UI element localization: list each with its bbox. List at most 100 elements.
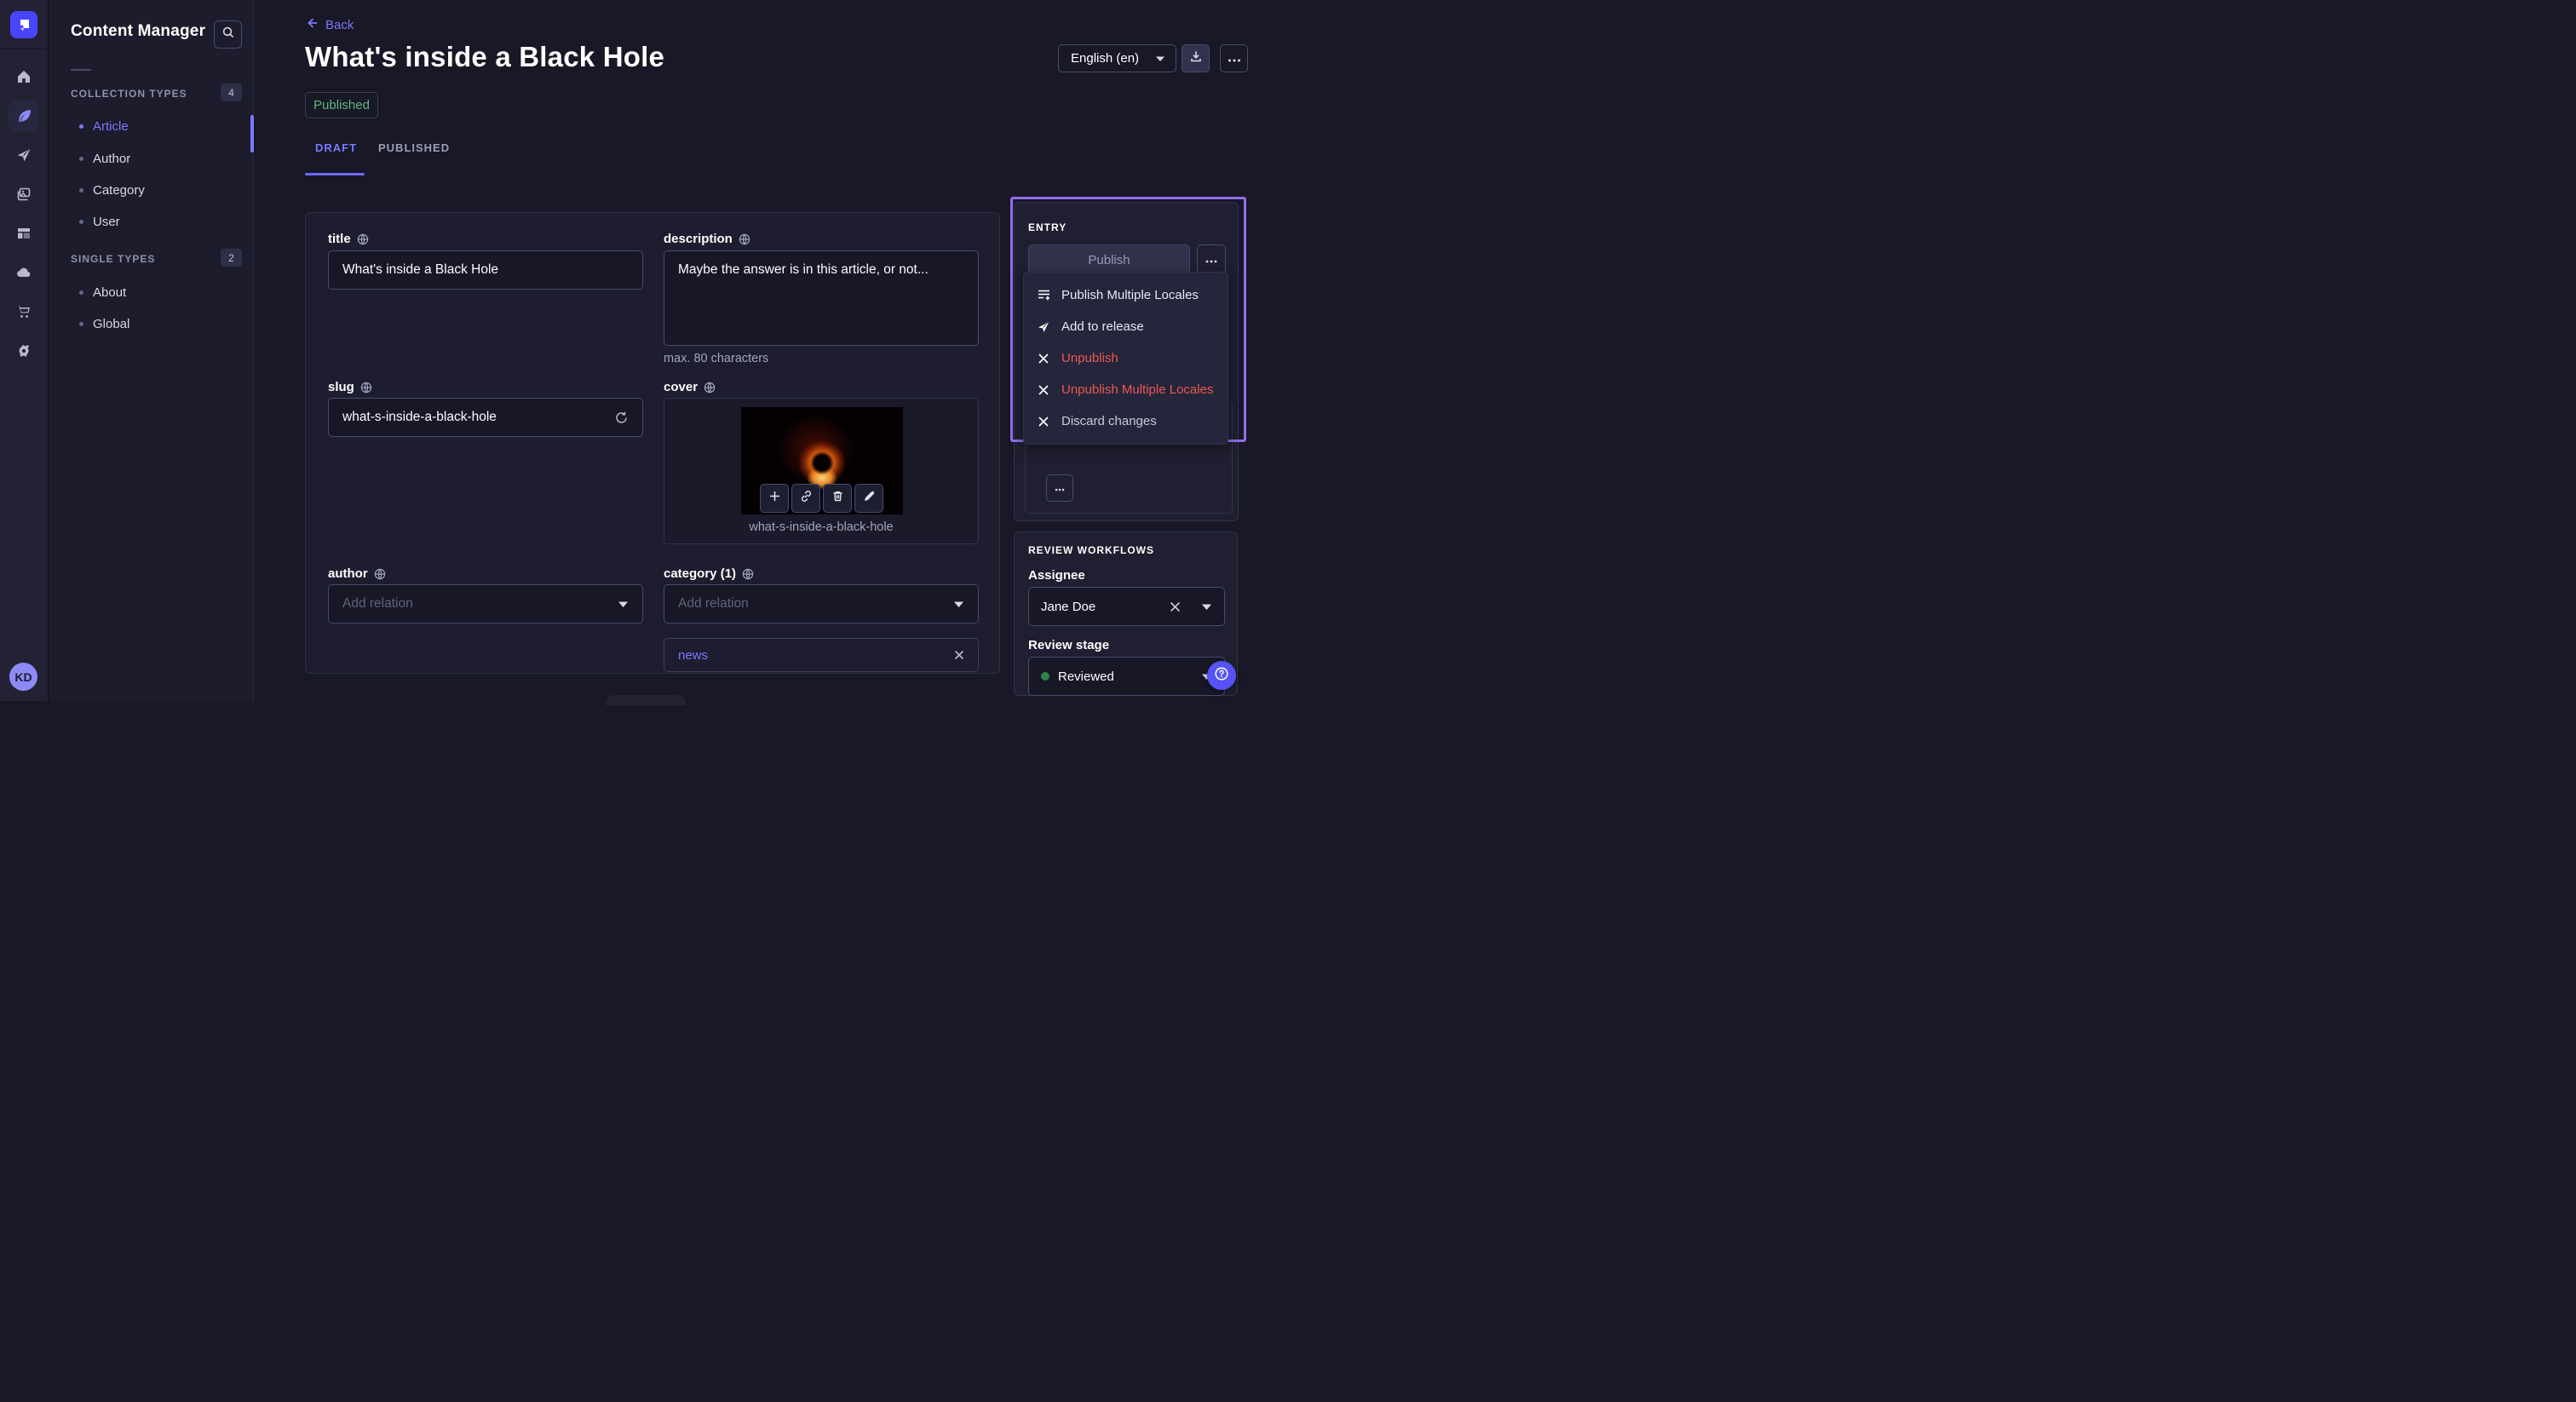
bullet-icon bbox=[79, 322, 83, 326]
export-button[interactable] bbox=[1182, 44, 1210, 72]
description-textarea[interactable]: Maybe the answer is in this article, or … bbox=[664, 250, 979, 346]
sidebar-item-about[interactable]: About bbox=[79, 282, 126, 302]
review-workflows-panel: REVIEW WORKFLOWS Assignee Jane Doe Revie… bbox=[1014, 531, 1238, 696]
cover-actions bbox=[760, 484, 883, 513]
author-relation-select[interactable]: Add relation bbox=[328, 584, 643, 623]
cloud-icon[interactable] bbox=[9, 257, 39, 288]
entry-actions-menu: Publish Multiple Locales Add to release … bbox=[1023, 272, 1228, 445]
collection-types-header: COLLECTION TYPES bbox=[71, 88, 187, 100]
media-library-icon[interactable] bbox=[9, 179, 39, 210]
arrow-left-icon bbox=[305, 16, 319, 33]
category-field-label: category (1) bbox=[664, 566, 754, 581]
remove-relation-icon[interactable] bbox=[954, 650, 964, 660]
collection-types-count-badge: 4 bbox=[221, 83, 242, 101]
paper-plane-icon bbox=[1036, 320, 1051, 334]
globe-icon bbox=[742, 568, 754, 580]
layout-icon[interactable] bbox=[9, 218, 39, 249]
page-title: What's inside a Black Hole bbox=[305, 41, 664, 73]
sidebar-item-global[interactable]: Global bbox=[79, 313, 129, 334]
locale-select[interactable]: English (en) bbox=[1058, 44, 1176, 72]
help-button[interactable] bbox=[1207, 661, 1236, 690]
question-mark-icon bbox=[1214, 666, 1229, 686]
chevron-down-icon bbox=[1155, 51, 1165, 66]
assignee-select[interactable]: Jane Doe bbox=[1028, 587, 1225, 626]
entry-panel-heading: ENTRY bbox=[1028, 221, 1067, 233]
content-manager-quill-icon[interactable] bbox=[9, 101, 39, 131]
list-plus-icon bbox=[1036, 288, 1051, 302]
tab-published[interactable]: PUBLISHED bbox=[378, 141, 450, 154]
author-field-label: author bbox=[328, 566, 386, 581]
status-badge: Published bbox=[305, 92, 378, 118]
pencil-icon bbox=[863, 490, 876, 507]
regenerate-slug-icon[interactable] bbox=[614, 411, 629, 425]
more-dots-icon bbox=[1228, 51, 1241, 66]
review-workflows-heading: REVIEW WORKFLOWS bbox=[1028, 544, 1154, 556]
publish-button[interactable]: Publish bbox=[1028, 244, 1190, 275]
single-types-count-badge: 2 bbox=[221, 249, 242, 267]
entry-more-button[interactable] bbox=[1197, 244, 1226, 275]
more-dots-icon bbox=[1055, 480, 1065, 496]
sidebar-item-author[interactable]: Author bbox=[79, 148, 130, 169]
single-types-header: SINGLE TYPES bbox=[71, 253, 155, 265]
link-icon bbox=[800, 490, 813, 507]
bullet-icon bbox=[79, 124, 83, 129]
edit-asset-button[interactable] bbox=[854, 484, 883, 513]
sidebar-title: Content Manager bbox=[71, 22, 205, 41]
globe-icon bbox=[704, 382, 716, 394]
cross-icon bbox=[1036, 353, 1051, 365]
stage-status-dot bbox=[1041, 672, 1049, 681]
description-field-label: description bbox=[664, 232, 750, 246]
menu-item-unpublish-multiple-locales[interactable]: Unpublish Multiple Locales bbox=[1024, 374, 1228, 405]
cross-icon bbox=[1036, 416, 1051, 428]
more-dots-icon bbox=[1205, 252, 1217, 267]
tab-draft[interactable]: DRAFT bbox=[315, 141, 357, 154]
sidebar-item-user[interactable]: User bbox=[79, 211, 120, 232]
bullet-icon bbox=[79, 157, 83, 161]
add-asset-button[interactable] bbox=[760, 484, 789, 513]
home-icon[interactable] bbox=[9, 61, 39, 92]
header-more-button[interactable] bbox=[1220, 44, 1248, 72]
search-icon bbox=[221, 26, 235, 43]
clear-assignee-icon[interactable] bbox=[1170, 601, 1181, 612]
sidebar-divider bbox=[71, 69, 91, 71]
assignee-label: Assignee bbox=[1028, 568, 1085, 583]
trash-icon bbox=[831, 490, 844, 507]
bullet-icon bbox=[79, 188, 83, 192]
menu-item-unpublish[interactable]: Unpublish bbox=[1024, 342, 1228, 374]
chevron-down-icon bbox=[1201, 603, 1212, 611]
delete-asset-button[interactable] bbox=[823, 484, 852, 513]
globe-icon bbox=[360, 382, 372, 394]
menu-item-publish-multiple-locales[interactable]: Publish Multiple Locales bbox=[1024, 279, 1228, 311]
copy-link-button[interactable] bbox=[791, 484, 820, 513]
chevron-down-icon bbox=[618, 600, 629, 608]
app-window: KD Content Manager COLLECTION TYPES 4 Ar… bbox=[0, 0, 1288, 701]
menu-item-discard-changes[interactable]: Discard changes bbox=[1024, 405, 1228, 437]
scroll-to-bottom-pill[interactable] bbox=[606, 695, 686, 705]
sidebar-item-article[interactable]: Article bbox=[79, 116, 129, 136]
cover-filename: what-s-inside-a-black-hole bbox=[664, 520, 978, 534]
active-tab-underline bbox=[305, 173, 365, 175]
cart-icon[interactable] bbox=[9, 296, 39, 327]
chevron-down-icon bbox=[953, 600, 964, 608]
paper-plane-icon[interactable] bbox=[9, 140, 39, 170]
main-content: Back What's inside a Black Hole Publishe… bbox=[254, 0, 1288, 701]
relation-link-news[interactable]: news bbox=[678, 648, 708, 663]
schedule-more-button[interactable] bbox=[1046, 474, 1073, 502]
sidebar-item-category[interactable]: Category bbox=[79, 180, 145, 200]
title-input[interactable]: What's inside a Black Hole bbox=[328, 250, 643, 290]
review-stage-label: Review stage bbox=[1028, 638, 1109, 652]
cross-icon bbox=[1036, 384, 1051, 396]
gear-icon[interactable] bbox=[9, 336, 39, 366]
bullet-icon bbox=[79, 220, 83, 224]
back-link[interactable]: Back bbox=[305, 16, 354, 33]
menu-item-add-to-release[interactable]: Add to release bbox=[1024, 311, 1228, 342]
user-avatar[interactable]: KD bbox=[9, 663, 37, 691]
cover-field-label: cover bbox=[664, 380, 716, 394]
icon-rail: KD bbox=[0, 0, 49, 701]
slug-field-label: slug bbox=[328, 380, 372, 394]
slug-input[interactable]: what-s-inside-a-black-hole bbox=[328, 398, 643, 437]
strapi-logo-icon[interactable] bbox=[10, 11, 37, 38]
review-stage-select[interactable]: Reviewed bbox=[1028, 657, 1225, 696]
search-button[interactable] bbox=[214, 20, 242, 49]
category-relation-select[interactable]: Add relation bbox=[664, 584, 979, 623]
